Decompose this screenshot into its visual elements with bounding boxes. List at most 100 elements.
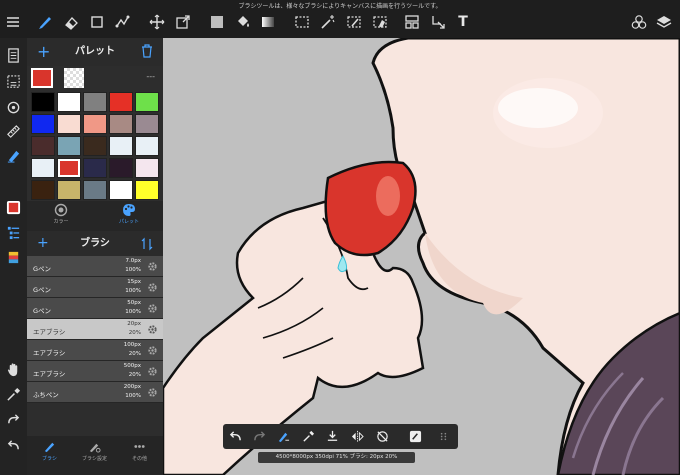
brush-item[interactable]: Gペン 15px 100% [27, 277, 163, 298]
ruler-icon[interactable] [4, 122, 23, 141]
undo-icon[interactable] [4, 436, 23, 455]
eyedropper-button[interactable] [300, 428, 316, 444]
lasso-tool-icon[interactable] [113, 13, 131, 31]
gear-icon[interactable] [147, 303, 158, 314]
gradient-tool-icon[interactable] [259, 13, 277, 31]
palette-swatch[interactable] [31, 114, 55, 134]
sort-icon[interactable] [141, 237, 153, 251]
pen-setting-icon[interactable] [4, 146, 23, 165]
brush-item[interactable]: Gペン 7.0px 100% [27, 256, 163, 277]
palette-swatch[interactable] [83, 180, 107, 200]
menu-icon[interactable] [4, 13, 22, 31]
palette-swatch[interactable] [109, 180, 133, 200]
brush-name: エアブラシ [33, 349, 66, 357]
bucket-tool-icon[interactable] [234, 13, 252, 31]
materials-icon[interactable] [630, 13, 648, 31]
palette-swatch[interactable] [135, 158, 159, 178]
tab-brush[interactable]: ブラシ [27, 440, 72, 462]
pen-pressure-button[interactable] [275, 428, 291, 444]
tab-color[interactable]: カラー [27, 203, 95, 225]
brush-size: 100px [123, 342, 141, 348]
clear-layer-button[interactable] [324, 428, 340, 444]
gear-icon[interactable] [147, 282, 158, 293]
layer-list-icon[interactable] [4, 223, 23, 242]
redo-button[interactable] [251, 428, 267, 444]
frame-tool-icon[interactable] [403, 13, 421, 31]
hand-tool-icon[interactable] [4, 360, 23, 379]
palette-swatch[interactable] [109, 136, 133, 156]
palette-swatch[interactable] [57, 114, 81, 134]
text-tool-icon[interactable]: T [454, 13, 472, 31]
palette-swatch[interactable] [109, 92, 133, 112]
flip-button[interactable] [349, 428, 365, 444]
palette-more-button[interactable]: --- [146, 72, 155, 81]
color-swatch-icon[interactable] [4, 198, 23, 217]
brush-item[interactable]: Gペン 50px 100% [27, 298, 163, 319]
operation-tool-icon[interactable] [429, 13, 447, 31]
palette-swatch[interactable] [57, 158, 81, 178]
add-brush-icon[interactable]: + [37, 231, 49, 256]
toolbar-grip[interactable] [435, 428, 451, 444]
eraser-tool-icon[interactable] [62, 13, 80, 31]
select-rect-icon[interactable] [293, 13, 311, 31]
magic-wand-icon[interactable] [319, 13, 337, 31]
material-palette-icon[interactable] [4, 248, 23, 267]
palette-swatch[interactable] [57, 180, 81, 200]
gear-icon[interactable] [147, 387, 158, 398]
document-icon[interactable] [4, 46, 23, 65]
palette-swatch[interactable] [83, 92, 107, 112]
palette-swatch[interactable] [83, 158, 107, 178]
palette-swatch[interactable] [57, 136, 81, 156]
gear-icon[interactable] [147, 261, 158, 272]
brush-name: エアブラシ [33, 328, 66, 336]
brush-item[interactable]: ふちペン 200px 100% [27, 382, 163, 403]
palette-swatch[interactable] [31, 158, 55, 178]
brush-name: Gペン [33, 265, 52, 273]
palette-swatch[interactable] [135, 180, 159, 200]
selection-layer-icon[interactable] [4, 72, 23, 91]
brush-opacity: 20% [128, 351, 141, 357]
brush-item[interactable]: エアブラシ 100px 20% [27, 340, 163, 361]
palette-swatch[interactable] [57, 92, 81, 112]
tab-palette[interactable]: パレット [95, 203, 163, 225]
palette-swatch[interactable] [135, 92, 159, 112]
move-tool-icon[interactable] [148, 13, 166, 31]
tab-brush-settings[interactable]: ブラシ設定 [72, 440, 117, 462]
gear-icon[interactable] [147, 366, 158, 377]
palette-swatch[interactable] [109, 114, 133, 134]
palette-swatch[interactable] [83, 114, 107, 134]
snap-off-button[interactable] [374, 428, 390, 444]
redo-icon[interactable] [4, 410, 23, 429]
current-color-swatch[interactable] [31, 68, 53, 88]
tab-other[interactable]: その他 [117, 440, 162, 462]
undo-arrow-icon [229, 430, 241, 440]
undo-button[interactable] [227, 428, 243, 444]
select-pen-icon[interactable] [345, 13, 363, 31]
eyedropper-icon[interactable] [4, 385, 23, 404]
palette-swatch[interactable] [109, 158, 133, 178]
palette-swatch[interactable] [31, 136, 55, 156]
brush-item[interactable]: エアブラシ 500px 20% [27, 361, 163, 382]
palette-swatch[interactable] [83, 136, 107, 156]
layers-icon[interactable] [655, 13, 673, 31]
tab-color-label: カラー [53, 219, 69, 225]
transparent-swatch[interactable] [64, 68, 84, 88]
shape-tool-icon[interactable] [88, 13, 106, 31]
add-palette-icon[interactable]: + [37, 38, 50, 66]
rotate-canvas-icon[interactable] [4, 98, 23, 117]
select-eraser-icon[interactable] [371, 13, 389, 31]
brush-tool-icon[interactable] [36, 13, 54, 31]
trash-icon[interactable] [141, 44, 153, 58]
palette-swatch[interactable] [31, 92, 55, 112]
fill-color-icon[interactable] [208, 13, 226, 31]
palette-swatch[interactable] [135, 114, 159, 134]
palette-swatch[interactable] [135, 136, 159, 156]
brush-item[interactable]: エアブラシ 20px 20% [27, 319, 163, 340]
palette-swatch[interactable] [31, 180, 55, 200]
transform-tool-icon[interactable] [174, 13, 192, 31]
gear-icon[interactable] [147, 345, 158, 356]
transform-button[interactable] [407, 428, 423, 444]
brush-title: ブラシ [80, 238, 110, 249]
drawing-canvas[interactable] [163, 38, 680, 475]
gear-icon[interactable] [147, 324, 158, 335]
